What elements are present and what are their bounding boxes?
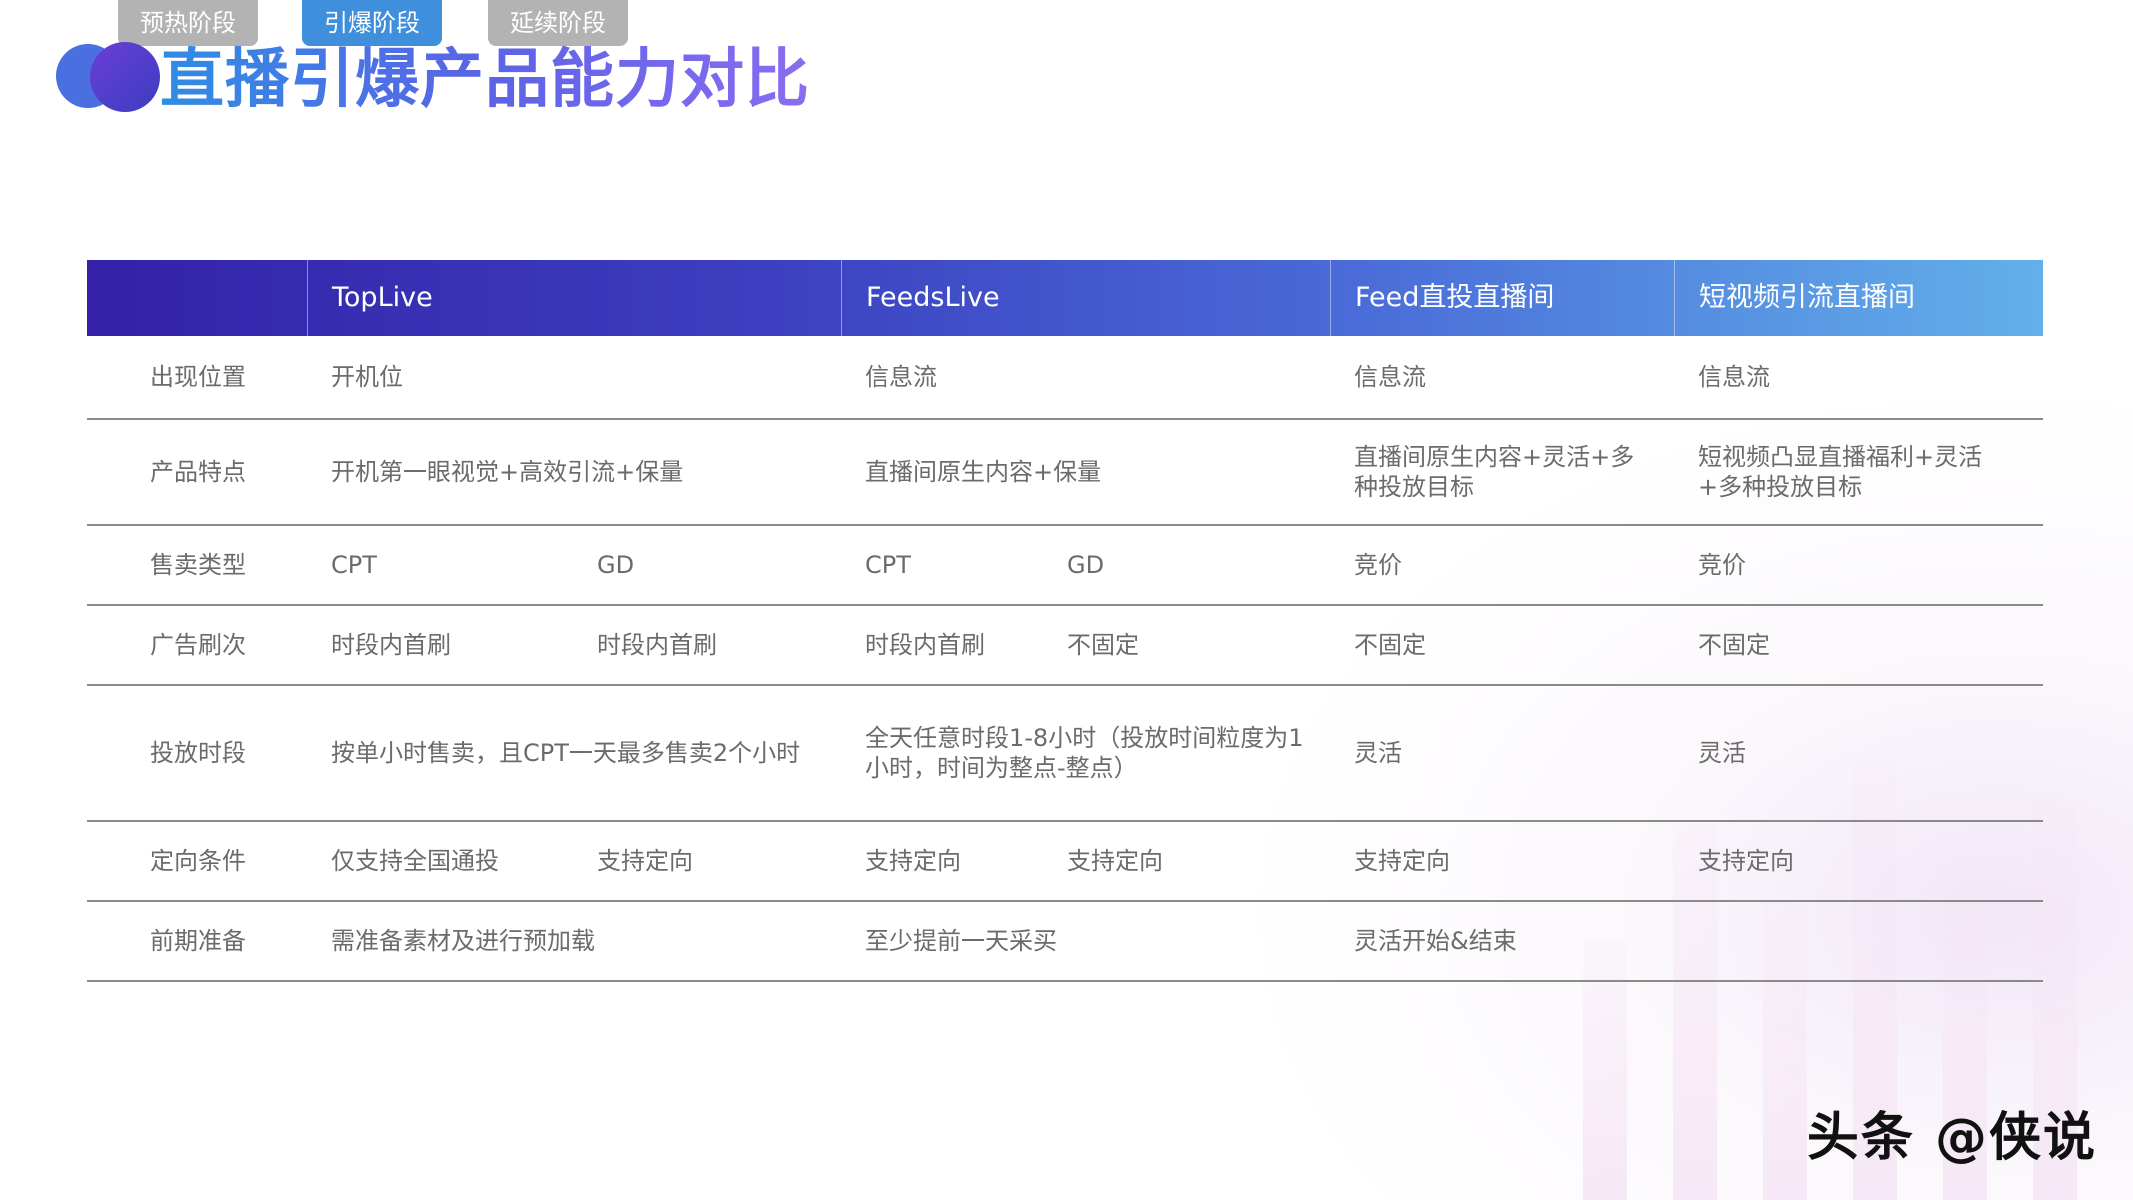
cell-toplive-cpt-text: 仅支持全国通投 — [331, 847, 499, 875]
row-label: 售卖类型 — [87, 526, 307, 604]
cell-feeds-cpt-text: CPT — [865, 551, 911, 579]
cell-feeds-cpt-text: 支持定向 — [865, 847, 961, 875]
cell-short-video-text: 信息流 — [1698, 363, 1770, 391]
cell-short-video-text: 竞价 — [1698, 551, 1746, 579]
cell-short-video: 信息流 — [1674, 336, 2043, 418]
cell-feed-direct-text: 竞价 — [1354, 551, 1402, 579]
cell-feeds-gd: GD — [1057, 526, 1330, 604]
cell-short-video: 支持定向 — [1674, 822, 2043, 900]
cell-feeds-cpt-text: 时段内首刷 — [865, 631, 985, 659]
cell-feeds-cpt: 至少提前一天采买 — [841, 902, 1330, 980]
cell-feeds-cpt-text: 直播间原生内容+保量 — [865, 458, 1102, 486]
header-cell-toplive: TopLive — [307, 260, 841, 336]
table-row: 投放时段 按单小时售卖，且CPT一天最多售卖2个小时 全天任意时段1-8小时（投放时… — [87, 686, 2043, 822]
cell-feed-direct-text: 支持定向 — [1354, 847, 1450, 875]
cell-feeds-cpt: 全天任意时段1-8小时（投放时间粒度为1小时，时间为整点-整点） — [841, 686, 1330, 820]
header-cell-feed-direct: Feed直投直播间 — [1330, 260, 1674, 336]
cell-feed-direct-text: 直播间原生内容+灵活+多种投放目标 — [1354, 443, 1635, 501]
title-logo-icon — [56, 40, 160, 114]
cell-short-video-text: 灵活 — [1698, 739, 1746, 767]
table-header: TopLive FeedsLive Feed直投直播间 短视频引流直播间 — [87, 260, 2043, 336]
cell-feeds-cpt: 时段内首刷 — [841, 606, 1057, 684]
row-label-text: 产品特点 — [150, 458, 246, 486]
cell-feeds-cpt: 支持定向 — [841, 822, 1057, 900]
cell-short-video — [1674, 902, 2043, 980]
cell-feed-direct: 灵活 — [1330, 686, 1674, 820]
cell-feed-direct: 竞价 — [1330, 526, 1674, 604]
cell-toplive-cpt-text: CPT — [331, 551, 377, 579]
cell-feed-direct-text: 灵活开始&结束 — [1354, 927, 1517, 955]
table-row: 广告刷次 时段内首刷 时段内首刷 时段内首刷 不固定 不固定 不固定 — [87, 606, 2043, 686]
cell-toplive-cpt: 按单小时售卖，且CPT一天最多售卖2个小时 — [307, 686, 841, 820]
cell-feed-direct: 信息流 — [1330, 336, 1674, 418]
cell-short-video-text: 支持定向 — [1698, 847, 1794, 875]
cell-short-video-text: 不固定 — [1698, 631, 1770, 659]
row-label: 投放时段 — [87, 686, 307, 820]
table-body: 出现位置 开机位 信息流 信息流 信息流产品特点 开机第一眼视觉+高效引流+保量 直播间原生… — [87, 336, 2043, 982]
cell-feeds-cpt: CPT — [841, 526, 1057, 604]
cell-toplive-cpt-text: 按单小时售卖，且CPT一天最多售卖2个小时 — [331, 739, 801, 767]
row-label-text: 出现位置 — [150, 363, 246, 391]
cell-short-video-text: 短视频凸显直播福利+灵活+多种投放目标 — [1698, 443, 1983, 501]
cell-toplive-cpt-text: 需准备素材及进行预加载 — [331, 927, 595, 955]
cell-feeds-gd: 不固定 — [1057, 606, 1330, 684]
header-cell-short-video: 短视频引流直播间 — [1674, 260, 2043, 336]
cell-feeds-cpt-text: 至少提前一天采买 — [865, 927, 1057, 955]
cell-feeds-cpt-text: 全天任意时段1-8小时（投放时间粒度为1小时，时间为整点-整点） — [865, 724, 1304, 782]
header-cell-feedslive: FeedsLive — [841, 260, 1330, 336]
row-label: 出现位置 — [87, 336, 307, 418]
row-label-text: 售卖类型 — [150, 551, 246, 579]
cell-feeds-gd: 支持定向 — [1057, 822, 1330, 900]
cell-short-video: 竞价 — [1674, 526, 2043, 604]
cell-feed-direct-text: 不固定 — [1354, 631, 1426, 659]
cell-toplive-cpt-text: 开机第一眼视觉+高效引流+保量 — [331, 458, 684, 486]
row-label: 定向条件 — [87, 822, 307, 900]
cell-feeds-cpt: 直播间原生内容+保量 — [841, 420, 1330, 524]
cell-feeds-gd-text: 支持定向 — [1067, 847, 1163, 875]
cell-feed-direct: 不固定 — [1330, 606, 1674, 684]
cell-toplive-cpt: 开机位 — [307, 336, 841, 418]
row-label: 前期准备 — [87, 902, 307, 980]
cell-toplive-cpt-text: 开机位 — [331, 363, 403, 391]
cell-toplive-cpt: 开机第一眼视觉+高效引流+保量 — [307, 420, 841, 524]
cell-toplive-gd: GD — [575, 526, 841, 604]
cell-toplive-cpt: CPT — [307, 526, 575, 604]
cell-toplive-gd-text: 时段内首刷 — [597, 631, 717, 659]
watermark: 头条 @侠说 — [1806, 1108, 2097, 1168]
cell-toplive-cpt-text: 时段内首刷 — [331, 631, 451, 659]
row-label-text: 投放时段 — [150, 739, 246, 767]
row-label: 广告刷次 — [87, 606, 307, 684]
cell-short-video: 不固定 — [1674, 606, 2043, 684]
cell-feeds-gd-text: GD — [1067, 551, 1105, 579]
header-cell-empty — [87, 260, 307, 336]
cell-short-video: 短视频凸显直播福利+灵活+多种投放目标 — [1674, 420, 2043, 524]
cell-feed-direct-text: 信息流 — [1354, 363, 1426, 391]
table-row: 前期准备 需准备素材及进行预加载 至少提前一天采买 灵活开始&结束 — [87, 902, 2043, 982]
row-label: 产品特点 — [87, 420, 307, 524]
cell-toplive-cpt: 需准备素材及进行预加载 — [307, 902, 841, 980]
row-label-text: 定向条件 — [150, 847, 246, 875]
cell-feeds-cpt-text: 信息流 — [865, 363, 937, 391]
row-label-text: 前期准备 — [150, 927, 246, 955]
cell-toplive-cpt: 仅支持全国通投 — [307, 822, 575, 900]
cell-toplive-gd-text: 支持定向 — [597, 847, 693, 875]
table-row: 定向条件 仅支持全国通投 支持定向 支持定向 支持定向 支持定向 支持定向 — [87, 822, 2043, 902]
cell-toplive-gd: 时段内首刷 — [575, 606, 841, 684]
cell-feed-direct-text: 灵活 — [1354, 739, 1402, 767]
table-row: 售卖类型 CPT GD CPT GD 竞价 竞价 — [87, 526, 2043, 606]
cell-short-video: 灵活 — [1674, 686, 2043, 820]
comparison-table: TopLive FeedsLive Feed直投直播间 短视频引流直播间 出现位… — [87, 260, 2043, 982]
table-row: 产品特点 开机第一眼视觉+高效引流+保量 直播间原生内容+保量 直播间原生内容+灵活+… — [87, 420, 2043, 526]
cell-toplive-gd-text: GD — [597, 551, 635, 579]
page-title: 直播引爆产品能力对比 — [160, 38, 810, 122]
cell-feeds-gd-text: 不固定 — [1067, 631, 1139, 659]
table-row: 出现位置 开机位 信息流 信息流 信息流 — [87, 336, 2043, 420]
cell-toplive-gd: 支持定向 — [575, 822, 841, 900]
cell-feed-direct: 支持定向 — [1330, 822, 1674, 900]
cell-feed-direct: 灵活开始&结束 — [1330, 902, 1674, 980]
cell-feeds-cpt: 信息流 — [841, 336, 1330, 418]
row-label-text: 广告刷次 — [150, 631, 246, 659]
cell-feed-direct: 直播间原生内容+灵活+多种投放目标 — [1330, 420, 1674, 524]
cell-toplive-cpt: 时段内首刷 — [307, 606, 575, 684]
